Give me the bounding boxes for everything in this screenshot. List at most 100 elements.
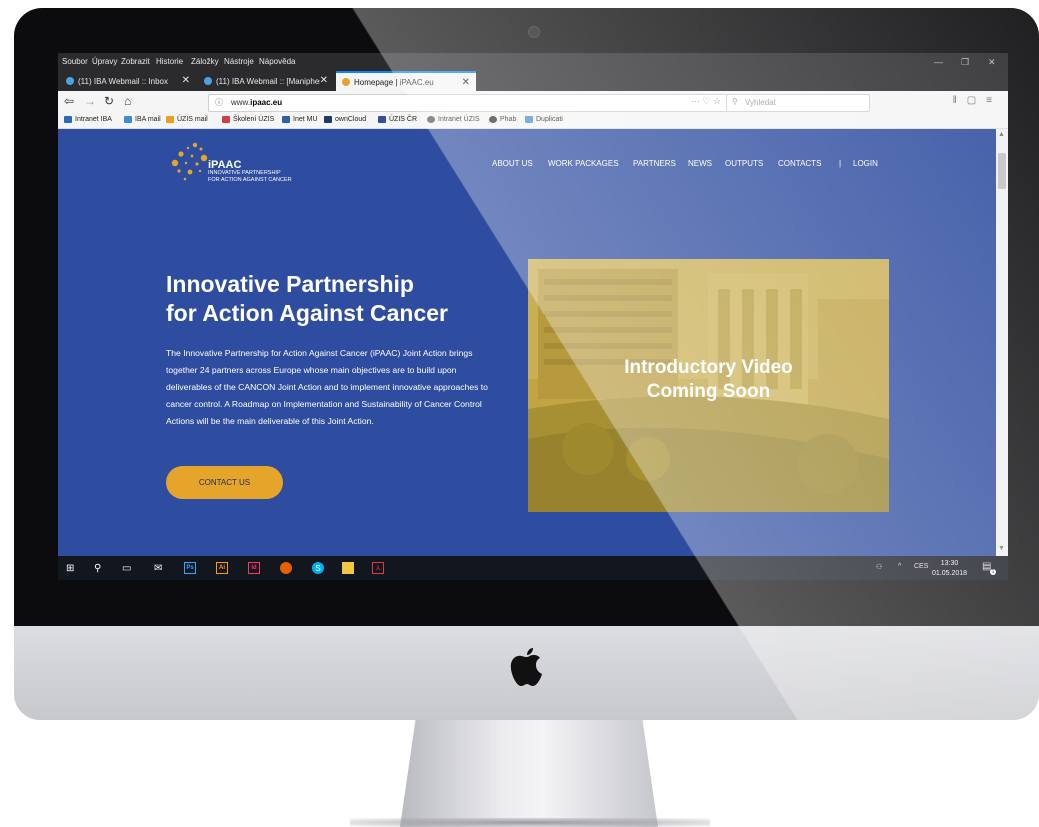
scroll-up-icon[interactable]: ▲	[998, 131, 1005, 138]
url-prefix: www.	[231, 98, 251, 107]
url-text: www.ipaac.eu	[231, 98, 282, 107]
bookmark-skoleni-uzis[interactable]: Školení ÚZIS	[222, 116, 274, 123]
bookmark-uzis-mail[interactable]: ÚZIS mail	[166, 116, 208, 123]
close-tab-icon[interactable]: ✕	[320, 75, 328, 86]
people-icon[interactable]: ⚇	[876, 563, 882, 571]
photoshop-icon[interactable]: Ps	[184, 562, 196, 574]
library-sidebar-menu-icons[interactable]: ‖▢≡	[953, 95, 1002, 106]
bookmark-label: Duplicati	[536, 116, 563, 123]
nav-partners[interactable]: PARTNERS	[633, 159, 676, 168]
search-input[interactable]: ⚲ Vyhledat	[726, 94, 870, 112]
ipaac-favicon-icon	[342, 78, 350, 86]
bookmark-label: ÚZIS mail	[177, 116, 208, 123]
menu-historie[interactable]: Historie	[156, 57, 183, 66]
restore-icon[interactable]: ❐	[961, 57, 969, 68]
menu-soubor[interactable]: Soubor	[62, 57, 88, 66]
menu-zobrazit[interactable]: Zobrazit	[121, 57, 150, 66]
menubar: Soubor Úpravy Zobrazit Historie Záložky …	[58, 53, 1008, 69]
indesign-icon[interactable]: Id	[248, 562, 260, 574]
input-language[interactable]: CES	[914, 563, 928, 570]
system-clock[interactable]: 13:30 01.05.2018	[932, 559, 967, 579]
video-caption-line-2: Coming Soon	[646, 381, 771, 402]
tab-label: (11) IBA Webmail :: Inbox	[78, 76, 168, 86]
skype-icon[interactable]: S	[312, 562, 324, 574]
bookmark-icon	[427, 116, 435, 123]
nav-news[interactable]: NEWS	[688, 159, 712, 168]
close-tab-icon[interactable]: ✕	[182, 75, 190, 86]
stand-shadow	[350, 818, 710, 827]
close-tab-icon[interactable]: ✕	[462, 77, 470, 88]
clock-time: 13:30	[940, 560, 959, 567]
hero-description: The Innovative Partnership for Action Ag…	[166, 348, 488, 426]
menu-zalozky[interactable]: Záložky	[191, 57, 219, 66]
illustrator-icon[interactable]: Ai	[216, 562, 228, 574]
home-icon[interactable]: ⌂	[124, 94, 131, 108]
bookmark-icon	[378, 116, 386, 123]
tab-webmail-inbox[interactable]: (11) IBA Webmail :: Inbox ✕	[60, 71, 196, 91]
windows-start-icon[interactable]: ⊞	[66, 562, 74, 574]
bookmark-icon	[124, 116, 132, 123]
close-window-icon[interactable]: ✕	[988, 57, 996, 68]
firefox-icon[interactable]	[280, 562, 292, 574]
bookmark-icon	[324, 116, 332, 123]
back-icon[interactable]: ⇦	[64, 94, 74, 108]
bookmark-icon	[282, 116, 290, 123]
webmail-favicon-icon	[204, 77, 212, 85]
bookmark-intranet-uzis[interactable]: Intranet ÚZIS	[427, 116, 480, 123]
address-bar[interactable]: ⓘ www.ipaac.eu ··· ♡ ☆	[208, 94, 728, 112]
tab-bar: (11) IBA Webmail :: Inbox ✕ (11) IBA Web…	[58, 69, 1008, 102]
video-caption: Introductory Video Coming Soon	[528, 356, 889, 404]
windows-taskbar: ⊞ ⚲ ▭ ✉ Ps Ai Id S ⅄ ⚇ ^ CES 13:30 01.05…	[58, 556, 1008, 580]
search-icon[interactable]: ⚲	[94, 562, 101, 574]
screen: Soubor Úpravy Zobrazit Historie Záložky …	[58, 53, 1008, 580]
bookmark-label: ownCloud	[335, 116, 367, 123]
contact-us-button[interactable]: CONTACT US	[166, 466, 283, 499]
tab-webmail-maniphest[interactable]: (11) IBA Webmail :: [Maniphest ✕	[198, 71, 334, 91]
scroll-down-icon[interactable]: ▼	[998, 545, 1005, 552]
nav-about-us[interactable]: ABOUT US	[492, 159, 533, 168]
bookmark-icon	[222, 116, 230, 123]
acrobat-icon[interactable]: ⅄	[372, 562, 384, 574]
show-hidden-icons-icon[interactable]: ^	[898, 563, 901, 570]
notification-count: 1	[990, 569, 996, 575]
camera	[528, 26, 540, 38]
imac-stand	[400, 720, 658, 827]
bookmark-iba-mail[interactable]: IBA mail	[124, 116, 161, 123]
mail-icon[interactable]: ✉	[154, 562, 162, 574]
bookmark-label: Intranet ÚZIS	[438, 116, 480, 123]
bookmark-intranet-iba[interactable]: Intranet IBA	[64, 116, 112, 123]
bookmark-icon	[489, 116, 497, 123]
bookmark-icon	[64, 116, 72, 123]
tab-ipaac-homepage[interactable]: Homepage | iPAAC.eu ✕	[336, 71, 476, 91]
forward-icon[interactable]: →	[84, 94, 96, 108]
bookmark-owncloud[interactable]: ownCloud	[324, 116, 366, 123]
hero-title: Innovative Partnership for Action Agains…	[166, 270, 506, 328]
minimize-icon[interactable]: —	[934, 57, 943, 67]
navigation-toolbar: ⇦ → ↻ ⌂ ⓘ www.ipaac.eu ··· ♡ ☆ ⚲ Vyhleda…	[58, 91, 1008, 113]
bookmarks-toolbar: Intranet IBA IBA mail ÚZIS mail Školení …	[58, 113, 1008, 129]
task-view-icon[interactable]: ▭	[122, 562, 131, 574]
file-explorer-icon[interactable]	[342, 562, 354, 574]
bookmark-phab[interactable]: Phab	[489, 116, 516, 123]
hero-title-line-2: for Action Against Cancer	[166, 300, 448, 326]
bookmark-uzis-cr[interactable]: ÚZIS ČR	[378, 116, 417, 123]
nav-outputs[interactable]: OUTPUTS	[725, 159, 763, 168]
nav-login[interactable]: LOGIN	[853, 159, 878, 168]
bookmark-label: Phab	[500, 116, 517, 123]
reload-icon[interactable]: ↻	[104, 94, 114, 108]
menu-nastroje[interactable]: Nástroje	[224, 57, 254, 66]
menu-napoveda[interactable]: Nápověda	[259, 57, 295, 66]
page-scrollbar[interactable]: ▲ ▼	[996, 129, 1008, 556]
nav-contacts[interactable]: CONTACTS	[778, 159, 821, 168]
tab-label: (11) IBA Webmail :: [Maniphest	[216, 76, 320, 86]
bookmark-inet-mu[interactable]: Inet MU	[282, 116, 318, 123]
webmail-favicon-icon	[66, 77, 74, 85]
intro-video-placeholder[interactable]: Introductory Video Coming Soon	[528, 259, 889, 512]
bookmark-duplicati[interactable]: Duplicati	[525, 116, 563, 123]
scroll-thumb[interactable]	[998, 153, 1006, 189]
bookmark-icon	[166, 116, 174, 123]
nav-work-packages[interactable]: WORK PACKAGES	[548, 159, 619, 168]
page-actions-icon[interactable]: ··· ♡ ☆	[691, 96, 721, 107]
menu-upravy[interactable]: Úpravy	[92, 57, 117, 66]
site-info-icon[interactable]: ⓘ	[215, 97, 223, 108]
